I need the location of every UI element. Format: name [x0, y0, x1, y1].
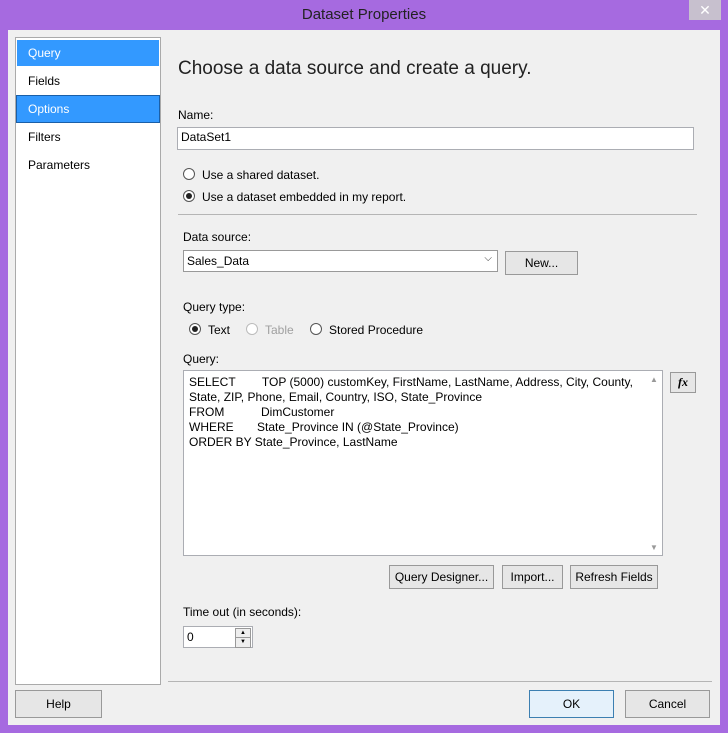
sidebar-item-filters[interactable]: Filters	[17, 124, 159, 150]
shared-dataset-radio[interactable]	[183, 168, 195, 180]
ok-button[interactable]: OK	[529, 690, 614, 718]
query-type-table-label: Table	[265, 323, 294, 337]
query-text: SELECT TOP (5000) customKey, FirstName, …	[189, 375, 633, 449]
query-type-stored-radio[interactable]	[310, 323, 322, 335]
close-button[interactable]: ✕	[689, 0, 721, 20]
refresh-fields-button[interactable]: Refresh Fields	[570, 565, 658, 589]
shared-dataset-label: Use a shared dataset.	[202, 168, 320, 182]
name-label: Name:	[178, 108, 214, 122]
page-title: Choose a data source and create a query.	[178, 58, 532, 79]
timeout-label: Time out (in seconds):	[183, 605, 302, 619]
window-title: Dataset Properties	[301, 6, 427, 23]
scroll-down-icon[interactable]: ▼	[650, 543, 658, 552]
chevron-down-icon: ⌵	[484, 253, 492, 264]
query-label: Query:	[183, 352, 220, 366]
timeout-value: 0	[187, 630, 194, 644]
data-source-select[interactable]: Sales_Data ⌵	[183, 250, 498, 272]
query-scrollbar[interactable]: ▲ ▼	[646, 371, 662, 555]
expression-button[interactable]: fx	[670, 372, 696, 393]
name-field[interactable]: DataSet1	[177, 127, 694, 150]
cancel-button[interactable]: Cancel	[625, 690, 710, 718]
embedded-dataset-label: Use a dataset embedded in my report.	[202, 190, 407, 204]
embedded-dataset-radio[interactable]	[183, 190, 195, 202]
data-source-label: Data source:	[183, 230, 252, 244]
query-type-text-radio[interactable]	[189, 323, 201, 335]
new-data-source-button[interactable]: New...	[505, 251, 578, 275]
sidebar-item-options[interactable]: Options	[16, 95, 160, 123]
query-type-label: Query type:	[183, 300, 246, 314]
query-type-table-radio	[246, 323, 258, 335]
section-divider	[178, 214, 697, 215]
dialog-body: Query Fields Options Filters Parameters …	[8, 30, 720, 725]
query-type-stored-label: Stored Procedure	[329, 323, 424, 337]
query-designer-button[interactable]: Query Designer...	[389, 565, 494, 589]
sidebar-item-parameters[interactable]: Parameters	[17, 152, 159, 178]
query-editor[interactable]: SELECT TOP (5000) customKey, FirstName, …	[183, 370, 663, 556]
sidebar-nav: Query Fields Options Filters Parameters	[15, 37, 161, 685]
timeout-stepper[interactable]: 0 ▲ ▼	[183, 626, 253, 648]
import-button[interactable]: Import...	[502, 565, 563, 589]
sidebar-item-query[interactable]: Query	[17, 40, 159, 66]
title-bar: Dataset Properties ✕	[0, 0, 728, 30]
footer-divider	[168, 681, 712, 682]
query-type-text-label: Text	[208, 323, 231, 337]
help-button[interactable]: Help	[15, 690, 102, 718]
sidebar-item-fields[interactable]: Fields	[17, 68, 159, 94]
data-source-value: Sales_Data	[187, 254, 250, 268]
scroll-up-icon[interactable]: ▲	[650, 375, 658, 384]
stepper-down-icon[interactable]: ▼	[235, 637, 251, 648]
